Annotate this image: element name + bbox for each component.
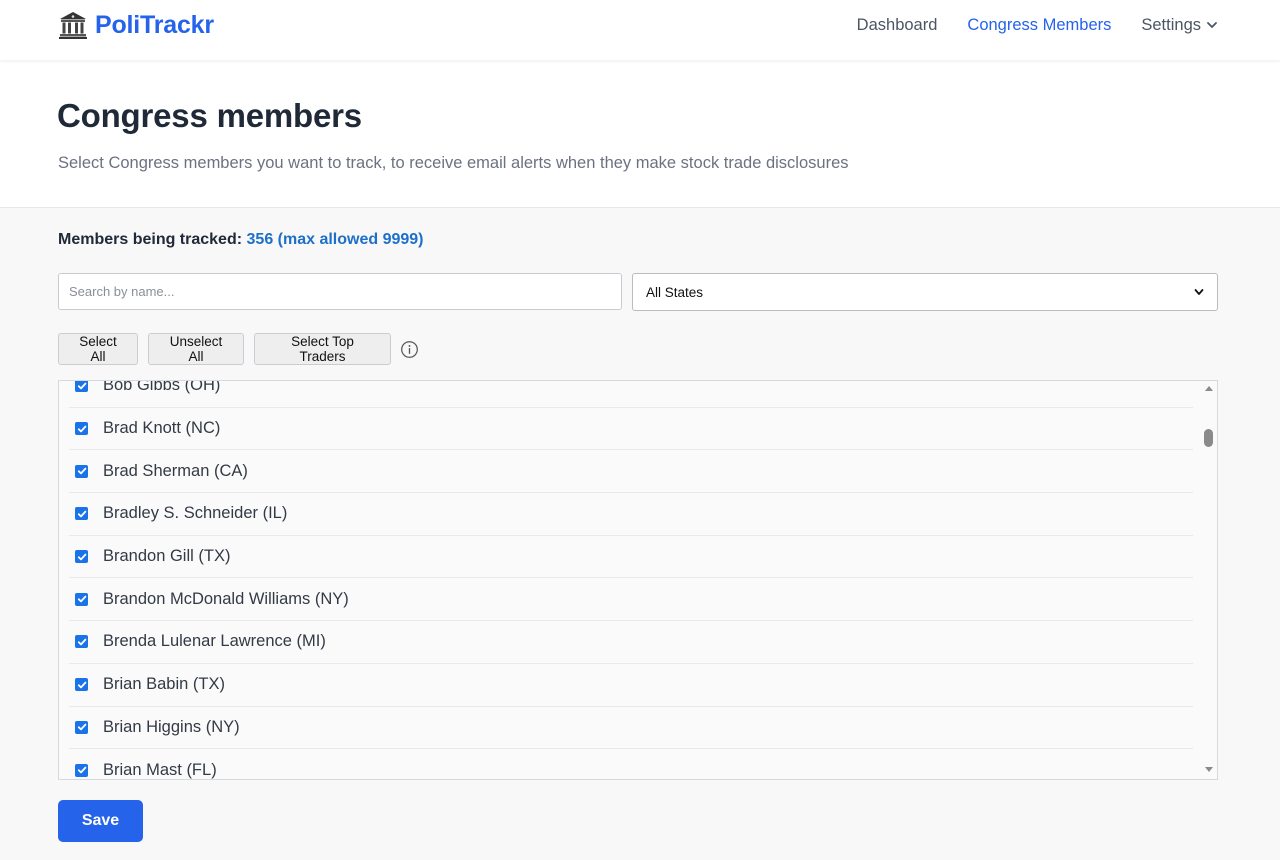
member-checkbox[interactable] xyxy=(75,464,88,478)
state-select-value: All States xyxy=(646,284,704,300)
search-input[interactable] xyxy=(58,273,622,310)
member-label: Brian Babin (TX) xyxy=(103,675,225,694)
member-row[interactable]: Brad Knott (NC) xyxy=(69,408,1193,451)
scroll-up-arrow-icon[interactable] xyxy=(1205,386,1213,391)
checkmark-icon xyxy=(77,553,86,560)
checkmark-icon xyxy=(77,467,86,475)
checkmark-icon xyxy=(77,382,86,390)
checkmark-icon xyxy=(77,681,86,688)
nav-settings[interactable]: Settings xyxy=(1141,14,1218,36)
member-label: Brad Sherman (CA) xyxy=(103,461,248,480)
brand-logo-link[interactable]: PoliTrackr xyxy=(58,9,214,41)
scroll-down-arrow-icon[interactable] xyxy=(1205,767,1213,772)
page-title: Congress members xyxy=(57,97,362,134)
capitol-building-icon xyxy=(59,12,87,39)
tracking-summary-label: Members being tracked: xyxy=(58,231,243,248)
member-label: Brian Mast (FL) xyxy=(103,760,217,779)
member-row[interactable]: Brian Babin (TX) xyxy=(69,664,1193,707)
member-label: Brad Knott (NC) xyxy=(103,419,221,438)
checkmark-icon xyxy=(77,766,86,774)
member-list-scrollbar[interactable] xyxy=(1201,381,1217,779)
member-label: Bradley S. Schneider (IL) xyxy=(103,504,288,523)
page-subtitle: Select Congress members you want to trac… xyxy=(58,154,849,172)
checkmark-icon xyxy=(77,425,86,432)
member-checkbox[interactable] xyxy=(75,422,88,436)
member-row[interactable]: Bradley S. Schneider (IL) xyxy=(69,493,1193,536)
member-label: Bob Gibbs (OH) xyxy=(103,380,221,395)
member-checkbox[interactable] xyxy=(75,678,88,692)
select-top-traders-button[interactable]: Select Top Traders xyxy=(254,333,391,365)
save-button[interactable]: Save xyxy=(58,800,143,842)
member-checkbox[interactable] xyxy=(75,381,88,393)
top-navigation-bar: PoliTrackr Dashboard Congress Members Se… xyxy=(0,0,1280,60)
member-checkbox[interactable] xyxy=(75,592,88,606)
member-row[interactable]: Brian Higgins (NY) xyxy=(69,707,1193,750)
member-checkbox[interactable] xyxy=(75,720,88,734)
main-nav: Dashboard Congress Members Settings xyxy=(827,14,1218,36)
member-row[interactable]: Brenda Lulenar Lawrence (MI) xyxy=(69,621,1193,664)
state-select[interactable]: All States xyxy=(632,273,1218,311)
page-header: Congress members Select Congress members… xyxy=(0,60,1280,208)
member-list: Bob Gibbs (OH) Brad Knott (NC) Brad Sherma… xyxy=(58,380,1218,780)
nav-dashboard[interactable]: Dashboard xyxy=(857,14,938,36)
nav-congress-members[interactable]: Congress Members xyxy=(967,14,1111,36)
checkmark-icon xyxy=(77,510,86,518)
info-circle-icon[interactable] xyxy=(400,340,419,359)
nav-settings-label: Settings xyxy=(1141,16,1201,34)
member-row[interactable]: Brian Mast (FL) xyxy=(69,749,1193,779)
member-row[interactable]: Brandon McDonald Williams (NY) xyxy=(69,578,1193,622)
checkmark-icon xyxy=(77,595,86,603)
member-checkbox[interactable] xyxy=(75,550,88,564)
member-row[interactable]: Brandon Gill (TX) xyxy=(69,536,1193,579)
member-list-scroll-area: Bob Gibbs (OH) Brad Knott (NC) Brad Sherma… xyxy=(59,380,1193,779)
chevron-down-icon xyxy=(1194,289,1204,295)
tracking-summary: Members being tracked: 356 (max allowed … xyxy=(58,231,424,249)
member-label: Brenda Lulenar Lawrence (MI) xyxy=(103,632,326,651)
unselect-all-button[interactable]: Unselect All xyxy=(148,333,244,365)
scrollbar-thumb[interactable] xyxy=(1204,429,1213,447)
member-label: Brian Higgins (NY) xyxy=(103,717,240,736)
member-checkbox[interactable] xyxy=(75,635,88,649)
member-row[interactable]: Bob Gibbs (OH) xyxy=(69,380,1193,408)
chevron-down-icon xyxy=(1207,22,1217,28)
member-row[interactable]: Brad Sherman (CA) xyxy=(69,450,1193,494)
member-checkbox[interactable] xyxy=(75,507,88,521)
checkmark-icon xyxy=(77,638,86,646)
checkmark-icon xyxy=(77,724,86,731)
tracking-count: 356 (max allowed 9999) xyxy=(246,231,424,248)
member-label: Brandon Gill (TX) xyxy=(103,547,231,566)
brand-name: PoliTrackr xyxy=(95,10,214,39)
member-label: Brandon McDonald Williams (NY) xyxy=(103,589,349,608)
select-all-button[interactable]: Select All xyxy=(58,333,138,365)
member-checkbox[interactable] xyxy=(75,763,88,777)
